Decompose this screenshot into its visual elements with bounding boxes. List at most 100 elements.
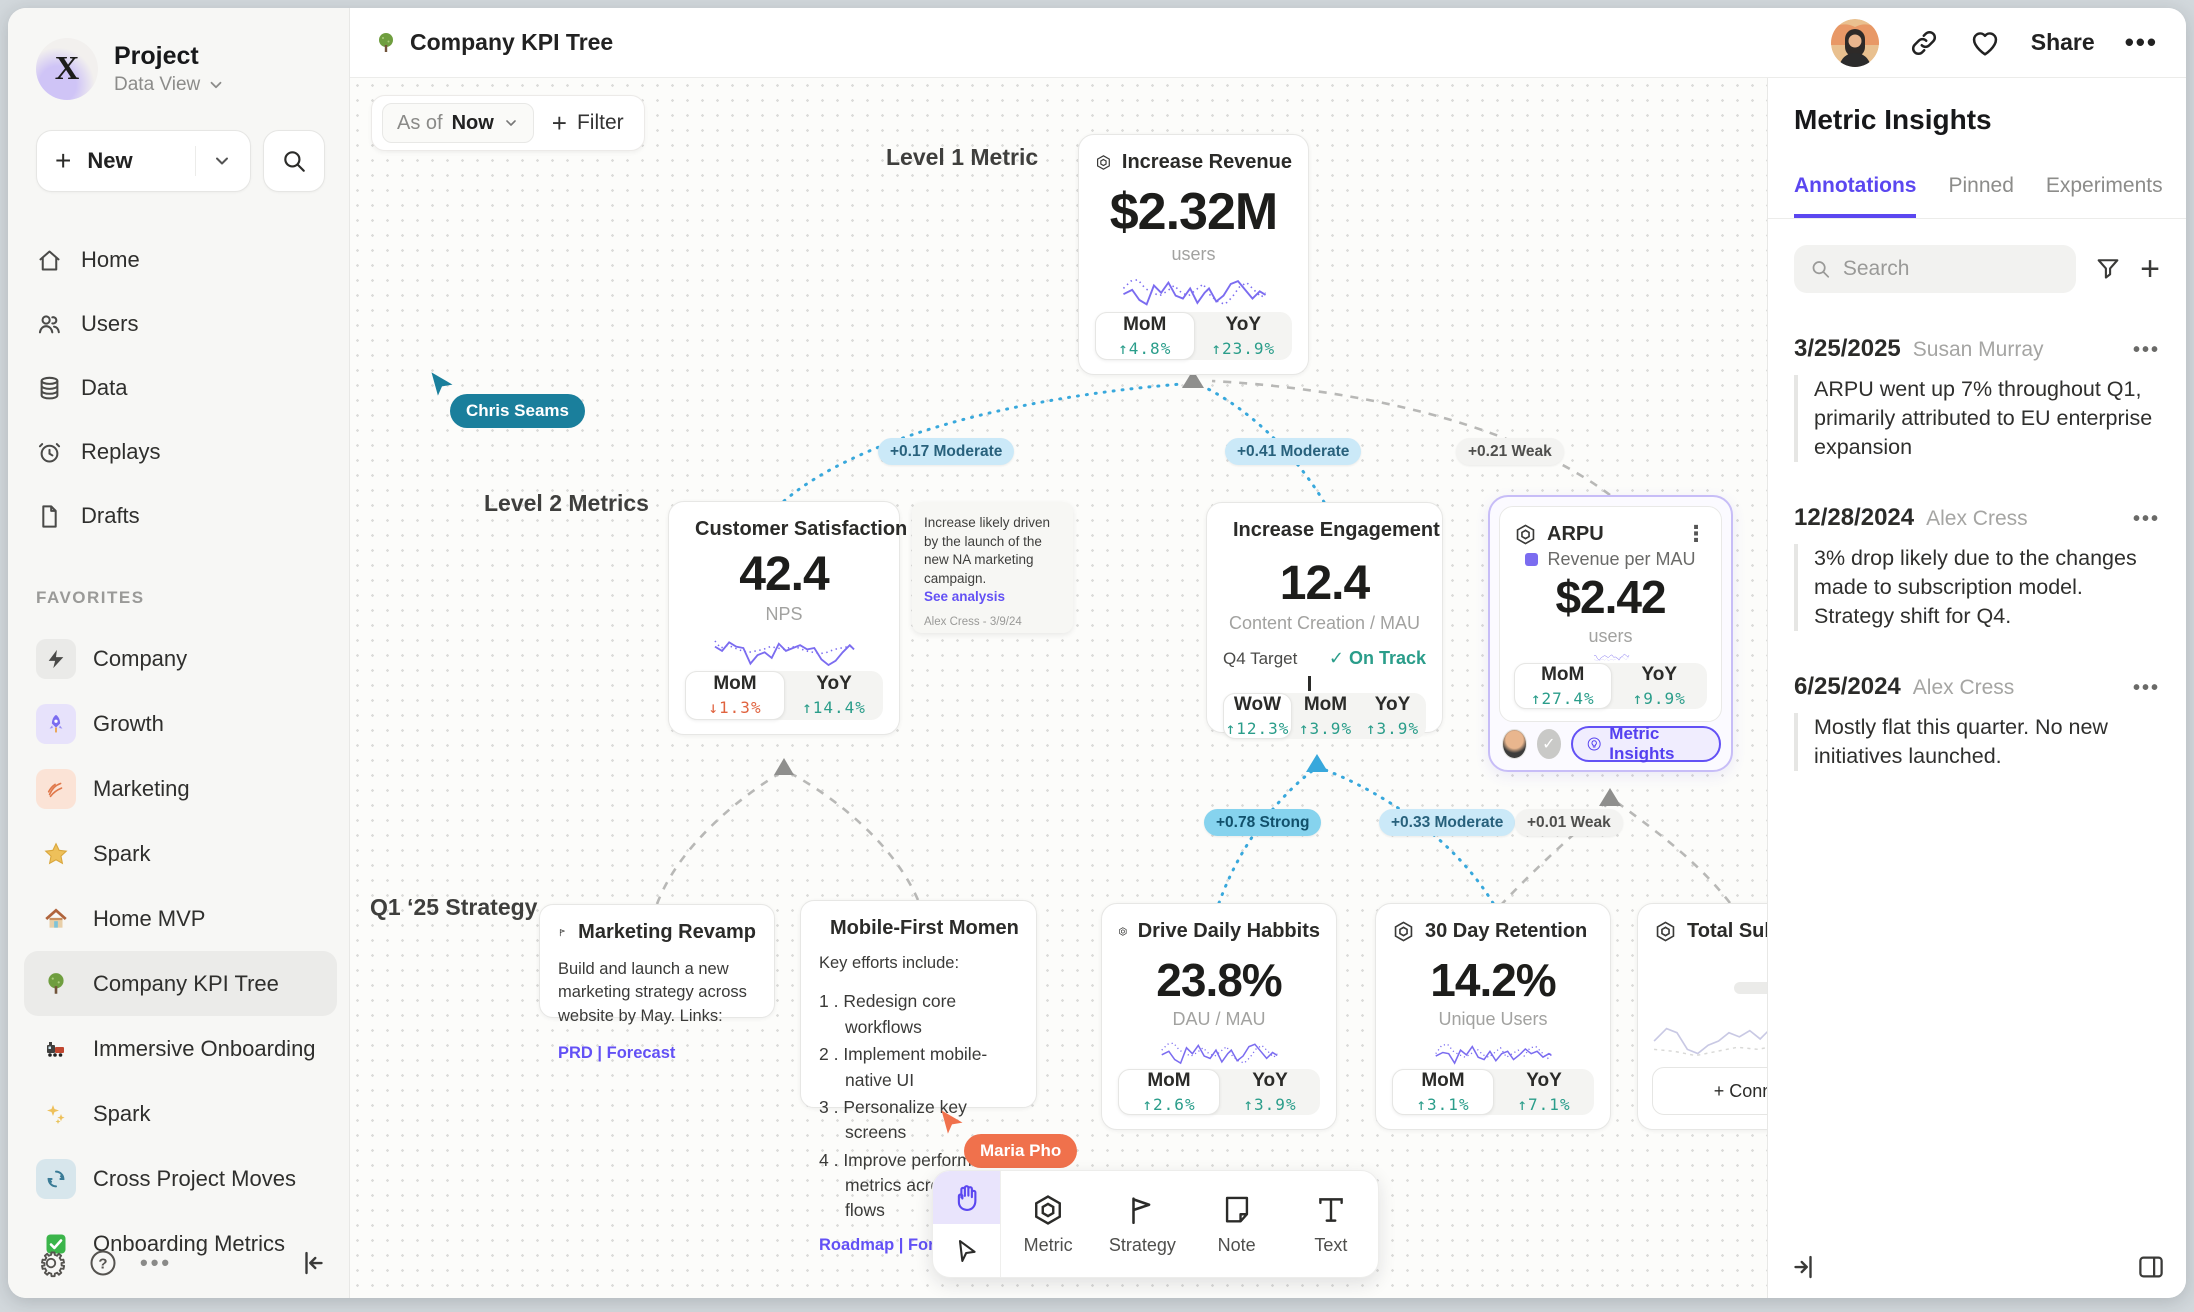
metric-card-customer-satisfaction[interactable]: Customer Satisfaction 42.4 NPS MoM ↓1.3%… bbox=[668, 501, 900, 735]
hand-tool[interactable] bbox=[933, 1171, 1000, 1224]
sidebar-item-data[interactable]: Data bbox=[36, 356, 325, 420]
favorite-item-company[interactable]: Company bbox=[24, 626, 337, 691]
text-tool[interactable]: Text bbox=[1284, 1171, 1378, 1277]
project-switcher[interactable]: X Project Data View bbox=[36, 38, 325, 100]
stat-mom[interactable]: MoM ↑27.4% bbox=[1514, 663, 1612, 709]
metric-card-total-subscriptions[interactable]: Total Subscript + Connect bbox=[1637, 903, 1767, 1130]
stat-mom[interactable]: MoM ↑3.9% bbox=[1292, 693, 1359, 739]
metric-card-increase-revenue[interactable]: Increase Revenue $2.32M users MoM ↑4.8% … bbox=[1078, 134, 1309, 375]
metric-card-arpu[interactable]: ARPU ⋮ Revenue per MAU $2.42 users MoM ↑… bbox=[1488, 495, 1733, 772]
annotation-overflow-icon[interactable]: ••• bbox=[2133, 508, 2160, 531]
zap-icon bbox=[36, 639, 76, 679]
search-input[interactable] bbox=[1843, 257, 2060, 281]
annotation-overflow-icon[interactable]: ••• bbox=[2133, 677, 2160, 700]
toggle-panel-icon[interactable] bbox=[2136, 1252, 2166, 1282]
stat-yoy[interactable]: YoY ↑14.4% bbox=[785, 671, 883, 720]
sidebar-item-home[interactable]: Home bbox=[36, 228, 325, 292]
metric-value: 14.2% bbox=[1392, 953, 1594, 1007]
metric-hexagon-icon bbox=[1118, 920, 1128, 943]
strategy-tool[interactable]: Strategy bbox=[1095, 1171, 1189, 1277]
help-icon[interactable]: ? bbox=[88, 1248, 118, 1278]
metric-insights-button[interactable]: Metric Insights bbox=[1571, 726, 1721, 762]
favorite-item-spark-2[interactable]: Spark bbox=[24, 1081, 337, 1146]
copy-link-icon[interactable] bbox=[1909, 28, 1939, 58]
favorite-item-company-kpi-tree[interactable]: Company KPI Tree bbox=[24, 951, 337, 1016]
sidebar-item-replays[interactable]: Replays bbox=[36, 420, 325, 484]
tab-annotations[interactable]: Annotations bbox=[1794, 174, 1916, 218]
strategy-card-mobile-first-momentum[interactable]: Mobile-First Momentum Key efforts includ… bbox=[800, 900, 1037, 1108]
topbar-overflow-icon[interactable]: ••• bbox=[2125, 27, 2158, 58]
user-avatar[interactable] bbox=[1831, 19, 1879, 67]
expand-panel-icon[interactable] bbox=[1788, 1252, 1818, 1282]
stat-yoy[interactable]: YoY ↑3.9% bbox=[1220, 1069, 1320, 1115]
favorite-item-growth[interactable]: Growth bbox=[24, 691, 337, 756]
share-button[interactable]: Share bbox=[2031, 29, 2095, 56]
filter-button[interactable]: + Filter bbox=[552, 108, 624, 139]
note-see-analysis-link[interactable]: See analysis bbox=[924, 589, 1061, 604]
connect-data-button[interactable]: + Connect bbox=[1652, 1067, 1767, 1115]
stat-yoy[interactable]: YoY ↑23.9% bbox=[1195, 312, 1293, 360]
stat-yoy[interactable]: YoY ↑7.1% bbox=[1494, 1069, 1594, 1115]
filter-funnel-icon[interactable] bbox=[2094, 255, 2122, 283]
metric-card-drive-daily-habbits[interactable]: Drive Daily Habbits 23.8% DAU / MAU MoM … bbox=[1101, 903, 1337, 1130]
stat-yoy[interactable]: YoY ↑9.9% bbox=[1612, 663, 1708, 709]
sparkline bbox=[1394, 1036, 1593, 1069]
kpi-tree-canvas[interactable]: As of Now + Filter Level 1 Metric Level … bbox=[350, 78, 1767, 1298]
chevron-down-icon[interactable] bbox=[212, 151, 232, 171]
rocket-icon bbox=[36, 704, 76, 744]
edge-label-weak: +0.01 Weak bbox=[1515, 809, 1623, 836]
collaborator-avatar bbox=[1502, 729, 1527, 759]
cursor-arrow-icon bbox=[953, 1237, 981, 1265]
stat-mom[interactable]: MoM ↑2.6% bbox=[1118, 1069, 1220, 1115]
annotation-overflow-icon[interactable]: ••• bbox=[2133, 339, 2160, 362]
metric-card-30-day-retention[interactable]: 30 Day Retention 14.2% Unique Users MoM … bbox=[1375, 903, 1611, 1130]
stat-mom[interactable]: MoM ↑4.8% bbox=[1095, 312, 1195, 360]
favorite-item-spark[interactable]: Spark bbox=[24, 821, 337, 886]
sidebar-item-users[interactable]: Users bbox=[36, 292, 325, 356]
annotations-search[interactable] bbox=[1794, 245, 2076, 293]
stat-yoy[interactable]: YoY ↑3.9% bbox=[1359, 693, 1426, 739]
as-of-dropdown[interactable]: As of Now bbox=[382, 103, 534, 143]
edge-label-moderate: +0.41 Moderate bbox=[1225, 438, 1361, 465]
tab-experiments[interactable]: Experiments bbox=[2046, 174, 2163, 218]
sidebar-search-button[interactable] bbox=[263, 130, 325, 192]
canvas-toolbar: As of Now + Filter bbox=[371, 95, 645, 151]
annotation-item[interactable]: 3/25/2025 Susan Murray ••• ARPU went up … bbox=[1794, 335, 2160, 462]
stat-wow[interactable]: WoW ↑12.3% bbox=[1223, 693, 1292, 739]
favorite-label: Immersive Onboarding bbox=[93, 1036, 316, 1062]
strategy-card-marketing-revamp[interactable]: Marketing Revamp Build and launch a new … bbox=[539, 904, 775, 1018]
canvas-note[interactable]: Increase likely driven by the launch of … bbox=[912, 502, 1073, 633]
strategy-links[interactable]: PRD | Forecast bbox=[558, 1044, 756, 1063]
card-title: Increase Engagement bbox=[1233, 519, 1440, 542]
favorite-item-cross-project-moves[interactable]: Cross Project Moves bbox=[24, 1146, 337, 1211]
select-tool[interactable] bbox=[933, 1224, 1000, 1277]
document-title-text: Company KPI Tree bbox=[410, 29, 613, 56]
note-icon bbox=[1220, 1193, 1254, 1227]
annotation-date: 3/25/2025 bbox=[1794, 335, 1901, 363]
favorite-item-immersive-onboarding[interactable]: Immersive Onboarding bbox=[24, 1016, 337, 1081]
stat-mom[interactable]: MoM ↓1.3% bbox=[685, 671, 785, 720]
stat-mom[interactable]: MoM ↑3.1% bbox=[1392, 1069, 1494, 1115]
favorite-item-home-mvp[interactable]: Home MVP bbox=[24, 886, 337, 951]
settings-gear-icon[interactable] bbox=[36, 1248, 66, 1278]
add-annotation-icon[interactable]: + bbox=[2140, 250, 2160, 289]
sidebar-more[interactable]: ••• More bbox=[24, 1280, 325, 1298]
annotation-item[interactable]: 12/28/2024 Alex Cress ••• 3% drop likely… bbox=[1794, 504, 2160, 631]
q4-target-label: Q4 Target bbox=[1223, 649, 1297, 669]
favorite-label: Cross Project Moves bbox=[93, 1166, 296, 1192]
house-icon bbox=[36, 899, 76, 939]
favorite-heart-icon[interactable] bbox=[1969, 27, 2001, 59]
favorite-item-marketing[interactable]: Marketing bbox=[24, 756, 337, 821]
note-tool[interactable]: Note bbox=[1190, 1171, 1284, 1277]
annotation-item[interactable]: 6/25/2024 Alex Cress ••• Mostly flat thi… bbox=[1794, 673, 2160, 771]
project-view-dropdown[interactable]: Data View bbox=[114, 74, 225, 96]
kebab-menu-icon[interactable]: ⋮ bbox=[1685, 521, 1707, 547]
metric-card-increase-engagement[interactable]: Increase Engagement 12.4 Content Creatio… bbox=[1206, 502, 1443, 733]
tab-pinned[interactable]: Pinned bbox=[1948, 174, 2013, 218]
collapse-sidebar-icon[interactable] bbox=[299, 1248, 329, 1278]
sidebar-item-drafts[interactable]: Drafts bbox=[36, 484, 325, 548]
favorite-label: Marketing bbox=[93, 776, 190, 802]
sidebar-overflow-icon[interactable]: ••• bbox=[140, 1250, 172, 1276]
metric-tool[interactable]: Metric bbox=[1001, 1171, 1095, 1277]
new-button[interactable]: + New bbox=[36, 130, 251, 192]
